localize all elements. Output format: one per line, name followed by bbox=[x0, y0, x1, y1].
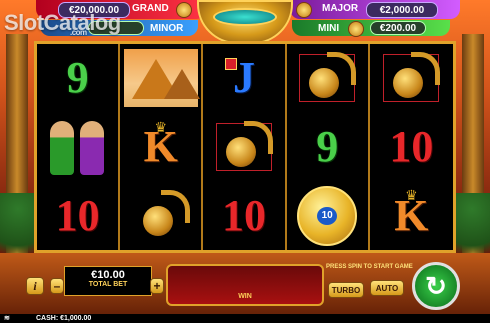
symbol-cell: 10 bbox=[370, 113, 453, 182]
dancer-purple bbox=[79, 120, 104, 175]
symbol-cell: ♛ K bbox=[120, 113, 201, 182]
win-label: WIN bbox=[238, 293, 252, 300]
bet-label: TOTAL BET bbox=[88, 281, 128, 288]
crown-icon: ♛ bbox=[405, 187, 418, 204]
decrease-bet-button[interactable]: – bbox=[50, 278, 64, 294]
beetle-icon bbox=[348, 21, 364, 37]
symbol-cell bbox=[370, 44, 453, 113]
symbol-10: 10 bbox=[221, 190, 266, 240]
scorpion-symbol bbox=[212, 119, 276, 175]
dancer-green bbox=[49, 120, 74, 175]
major-jackpot-label: MAJOR bbox=[322, 3, 359, 14]
reel-grid: 9 10 ♛ K J 10 9 10 10 ♛ K bbox=[34, 41, 456, 253]
reel-5: 10 ♛ K bbox=[370, 44, 453, 250]
wifi-icon: ≋ bbox=[4, 315, 10, 322]
symbol-cell: ♛ K bbox=[370, 181, 453, 250]
minor-jackpot-label: MINOR bbox=[150, 23, 184, 34]
scorpion-symbol bbox=[129, 188, 193, 244]
mini-jackpot-label: MINI bbox=[318, 23, 340, 34]
scorpion-symbol bbox=[379, 50, 443, 106]
symbol-cell bbox=[203, 113, 284, 182]
symbol-10: 10 bbox=[389, 121, 434, 171]
mini-jackpot-value: €200.00 bbox=[370, 21, 426, 35]
symbol-cell: 10 bbox=[203, 181, 284, 250]
scorpion-symbol bbox=[295, 50, 359, 106]
grand-jackpot-label: GRAND bbox=[132, 3, 169, 14]
symbol-cell bbox=[287, 44, 368, 113]
pyramids-symbol bbox=[123, 49, 200, 108]
symbol-cell: J bbox=[203, 44, 284, 113]
total-bet-display: €10.00 TOTAL BET bbox=[64, 266, 152, 296]
symbol-cell: 10 bbox=[287, 181, 368, 250]
urn-gem bbox=[213, 8, 277, 26]
info-button[interactable]: i bbox=[26, 277, 44, 295]
watermark-text: SlotCatalog bbox=[4, 10, 121, 35]
cash-label: CASH: bbox=[36, 315, 59, 322]
scarab-icon bbox=[176, 2, 192, 18]
golden-urn bbox=[197, 0, 293, 44]
reel-1: 9 10 bbox=[37, 44, 121, 250]
symbol-9: 9 bbox=[316, 121, 339, 171]
spin-button[interactable]: ↻ bbox=[412, 262, 460, 310]
cash-display: CASH: €1,000.00 bbox=[36, 314, 91, 323]
bet-value: €10.00 bbox=[91, 269, 125, 281]
increase-bet-button[interactable]: + bbox=[150, 278, 164, 294]
cash-value: €1,000.00 bbox=[60, 315, 92, 322]
status-message: PRESS SPIN TO START GAME bbox=[326, 264, 413, 270]
coin-symbol: 10 bbox=[297, 185, 358, 246]
scorpion-tail bbox=[160, 189, 190, 223]
reel-3: J 10 bbox=[203, 44, 287, 250]
symbol-cell bbox=[120, 44, 201, 113]
reel-4: 9 10 bbox=[287, 44, 370, 250]
footer-bar: ≋ CASH: €1,000.00 bbox=[0, 314, 490, 323]
slotcatalog-watermark: SlotCatalog .com bbox=[4, 10, 121, 37]
symbol-cell: 9 bbox=[287, 113, 368, 182]
watermark-suffix: .com bbox=[70, 28, 87, 37]
symbol-9: 9 bbox=[66, 53, 89, 103]
coin-value: 10 bbox=[317, 206, 338, 225]
scarab-icon bbox=[296, 2, 312, 18]
symbol-cell: 10 bbox=[37, 181, 118, 250]
auto-button[interactable]: AUTO bbox=[370, 280, 404, 296]
dancers-symbol bbox=[40, 115, 116, 179]
reel-2: ♛ K bbox=[120, 44, 204, 250]
symbol-cell bbox=[120, 181, 201, 250]
win-display: WIN bbox=[166, 264, 324, 306]
turbo-button[interactable]: TURBO bbox=[328, 282, 364, 298]
symbol-cell bbox=[37, 113, 118, 182]
symbol-10: 10 bbox=[55, 190, 100, 240]
symbol-cell: 9 bbox=[37, 44, 118, 113]
crown-icon: ♛ bbox=[154, 118, 168, 135]
card-suit-icon bbox=[225, 58, 238, 70]
major-jackpot-value: €2,000.00 bbox=[366, 2, 438, 18]
